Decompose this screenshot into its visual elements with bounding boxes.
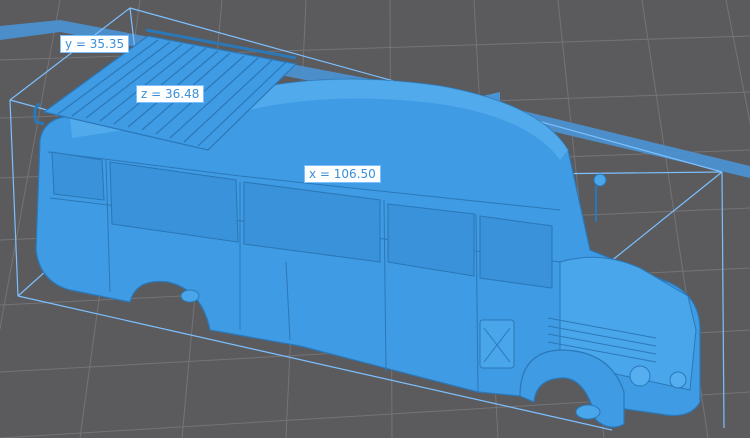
dimension-z-label: z = 36.48 xyxy=(136,85,205,103)
dimension-y-label: y = 35.35 xyxy=(60,35,130,53)
dimension-x-label: x = 106.50 xyxy=(304,165,381,183)
scene-canvas[interactable] xyxy=(0,0,750,438)
3d-viewport[interactable]: y = 35.35 z = 36.48 x = 106.50 xyxy=(0,0,750,438)
